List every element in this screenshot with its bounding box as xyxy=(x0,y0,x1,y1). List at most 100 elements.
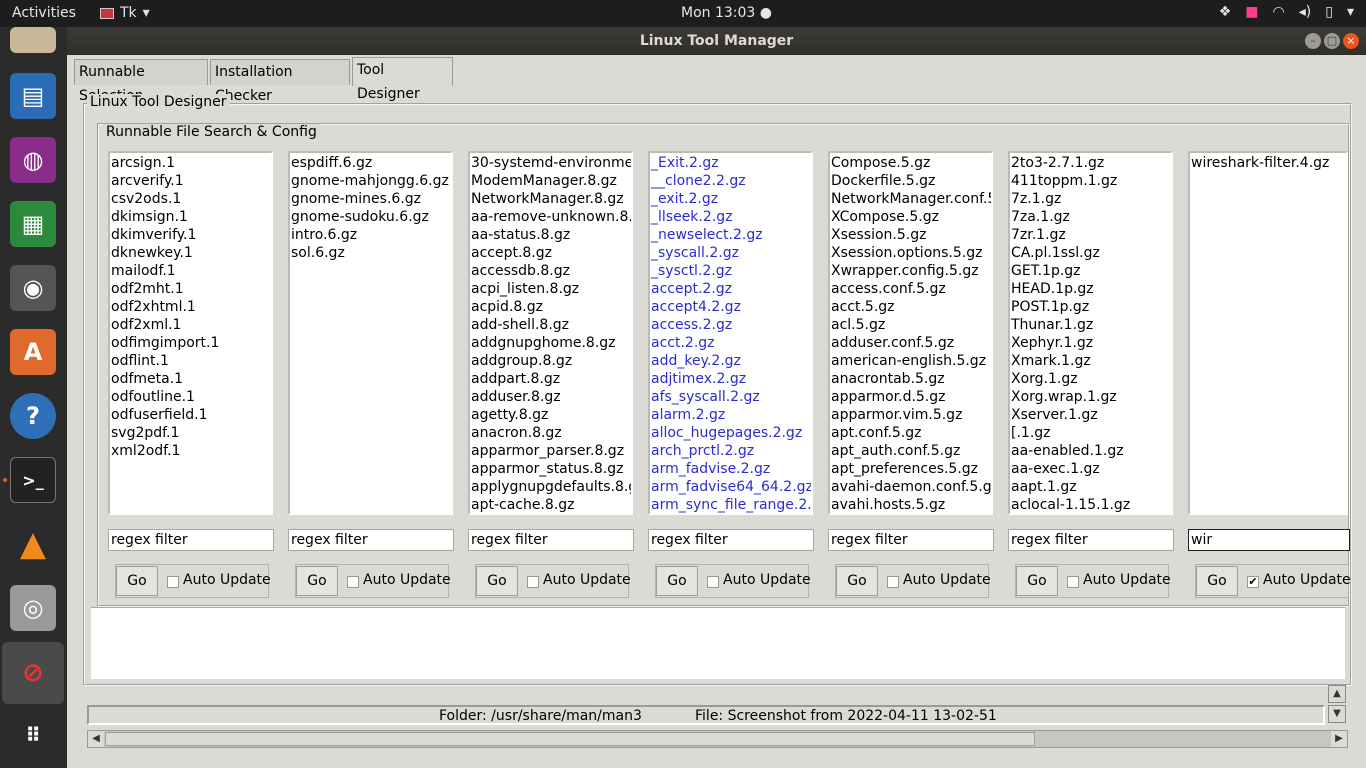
list-item[interactable]: access.conf.5.gz xyxy=(831,280,990,298)
list-item[interactable]: 30-systemd-environmen xyxy=(471,154,631,172)
list-item[interactable]: espdiff.6.gz xyxy=(291,154,450,172)
list-item[interactable]: adduser.8.gz xyxy=(471,388,630,406)
list-item[interactable]: mailodf.1 xyxy=(111,262,270,280)
list-item[interactable]: odf2mht.1 xyxy=(111,280,270,298)
wifi-icon[interactable]: ◠ xyxy=(1273,4,1285,20)
list-item[interactable]: 7z.1.gz xyxy=(1011,190,1170,208)
volume-icon[interactable]: ◂) xyxy=(1299,4,1312,20)
auto-update-checkbox[interactable] xyxy=(887,576,899,588)
list-item[interactable]: _newselect.2.gz xyxy=(651,226,810,244)
auto-update-checkbox[interactable] xyxy=(707,576,719,588)
app-menu[interactable]: Tk ▾ xyxy=(100,5,150,21)
scroll-left-icon[interactable]: ◀ xyxy=(88,731,104,747)
regex-filter-input[interactable]: regex filter xyxy=(108,529,274,551)
list-item[interactable]: apparmor.d.5.gz xyxy=(831,388,990,406)
list-item[interactable]: arm_fadvise.2.gz xyxy=(651,460,810,478)
regex-filter-input[interactable]: regex filter xyxy=(468,529,634,551)
list-item[interactable]: arm_fadvise64_64.2.gz xyxy=(651,478,811,496)
list-item[interactable]: Xephyr.1.gz xyxy=(1011,334,1170,352)
list-item[interactable]: acpi_listen.8.gz xyxy=(471,280,630,298)
list-item[interactable]: odfimgimport.1 xyxy=(111,334,270,352)
close-icon[interactable]: × xyxy=(1343,33,1359,49)
list-item[interactable]: aa-enabled.1.gz xyxy=(1011,442,1170,460)
list-item[interactable]: _llseek.2.gz xyxy=(651,208,810,226)
auto-update-checkbox[interactable]: ✔ xyxy=(1247,576,1259,588)
list-item[interactable]: aa-remove-unknown.8.g xyxy=(471,208,631,226)
list-item[interactable]: sol.6.gz xyxy=(291,244,450,262)
list-item[interactable]: acl.5.gz xyxy=(831,316,990,334)
list-item[interactable]: CA.pl.1ssl.gz xyxy=(1011,244,1170,262)
auto-update-checkbox[interactable] xyxy=(347,576,359,588)
list-item[interactable]: _exit.2.gz xyxy=(651,190,810,208)
runnable-listbox[interactable]: 2to3-2.7.1.gz 411toppm.1.gz 7z.1.gz 7za.1.g… xyxy=(1008,151,1173,515)
jetbrains-toolbox-icon[interactable]: ■ xyxy=(1245,4,1258,20)
help-icon[interactable]: ? xyxy=(10,393,56,439)
speaker-icon[interactable]: ◉ xyxy=(10,265,56,311)
list-item[interactable]: 7za.1.gz xyxy=(1011,208,1170,226)
list-item[interactable]: Xorg.wrap.1.gz xyxy=(1011,388,1170,406)
runnable-listbox[interactable]: arcsign.1 arcverify.1 csv2ods.1 dkimsign.1 d… xyxy=(108,151,273,515)
go-button[interactable]: Go xyxy=(116,566,158,596)
scroll-right-icon[interactable]: ▶ xyxy=(1331,731,1347,747)
list-item[interactable]: odf2xml.1 xyxy=(111,316,270,334)
runnable-listbox[interactable]: wireshark-filter.4.gz xyxy=(1188,151,1348,515)
list-item[interactable]: odfoutline.1 xyxy=(111,388,270,406)
writer-icon[interactable]: ▤ xyxy=(10,73,56,119)
list-item[interactable]: XCompose.5.gz xyxy=(831,208,990,226)
list-item[interactable]: HEAD.1p.gz xyxy=(1011,280,1170,298)
list-item[interactable]: xml2odf.1 xyxy=(111,442,270,460)
presentation-icon[interactable] xyxy=(10,27,56,53)
list-item[interactable]: gnome-sudoku.6.gz xyxy=(291,208,450,226)
activities-button[interactable]: Activities xyxy=(12,5,76,21)
list-item[interactable]: gnome-mahjongg.6.gz xyxy=(291,172,450,190)
list-item[interactable]: alloc_hugepages.2.gz xyxy=(651,424,810,442)
auto-update-checkbox[interactable] xyxy=(167,576,179,588)
list-item[interactable]: agetty.8.gz xyxy=(471,406,630,424)
list-item[interactable]: addgroup.8.gz xyxy=(471,352,630,370)
list-item[interactable]: acpid.8.gz xyxy=(471,298,630,316)
horizontal-scrollbar[interactable]: ◀ ▶ xyxy=(87,730,1348,748)
list-item[interactable]: Xsession.options.5.gz xyxy=(831,244,990,262)
regex-filter-input[interactable]: regex filter xyxy=(288,529,454,551)
runnable-listbox[interactable]: espdiff.6.gz gnome-mahjongg.6.gz gnome-min… xyxy=(288,151,453,515)
list-item[interactable]: dkimsign.1 xyxy=(111,208,270,226)
runnable-listbox[interactable]: _Exit.2.gz __clone2.2.gz _exit.2.gz _llseek… xyxy=(648,151,813,515)
scrollbar-thumb[interactable] xyxy=(105,732,1035,746)
list-item[interactable]: anacron.8.gz xyxy=(471,424,630,442)
runnable-listbox[interactable]: 30-systemd-environmen ModemManager.8.gz Ne… xyxy=(468,151,633,515)
tab-tool-designer[interactable]: Tool Designer xyxy=(352,57,453,102)
list-item[interactable]: gnome-mines.6.gz xyxy=(291,190,450,208)
go-button[interactable]: Go xyxy=(476,566,518,596)
system-tray[interactable]: ❖ ■ ◠ ◂) ▯ ▾ xyxy=(1219,4,1354,20)
dropbox-icon[interactable]: ❖ xyxy=(1219,4,1232,20)
vertical-scrollbar[interactable]: ▲ ▼ xyxy=(1328,685,1348,727)
go-button[interactable]: Go xyxy=(836,566,878,596)
list-item[interactable]: ModemManager.8.gz xyxy=(471,172,630,190)
list-item[interactable]: arcverify.1 xyxy=(111,172,270,190)
list-item[interactable]: _sysctl.2.gz xyxy=(651,262,810,280)
list-item[interactable]: add-shell.8.gz xyxy=(471,316,630,334)
list-item[interactable]: avahi.hosts.5.gz xyxy=(831,496,990,513)
camera-icon[interactable]: ◎ xyxy=(10,585,56,631)
list-item[interactable]: apparmor.vim.5.gz xyxy=(831,406,990,424)
list-item[interactable]: odfuserfield.1 xyxy=(111,406,270,424)
list-item[interactable]: apt.conf.5.gz xyxy=(831,424,990,442)
regex-filter-input[interactable]: regex filter xyxy=(1008,529,1174,551)
calc-icon[interactable]: ▦ xyxy=(10,201,56,247)
go-button[interactable]: Go xyxy=(1196,566,1238,596)
list-item[interactable]: accept.2.gz xyxy=(651,280,810,298)
list-item[interactable]: addgnupghome.8.gz xyxy=(471,334,630,352)
battery-icon[interactable]: ▯ xyxy=(1325,4,1333,20)
regex-filter-input[interactable]: wir xyxy=(1188,529,1350,551)
list-item[interactable]: arcsign.1 xyxy=(111,154,270,172)
list-item[interactable]: arch_prctl.2.gz xyxy=(651,442,810,460)
list-item[interactable]: Xorg.1.gz xyxy=(1011,370,1170,388)
clock[interactable]: Mon 13:03 ● xyxy=(681,5,772,21)
terminal-icon[interactable]: >_ xyxy=(10,457,56,503)
auto-update-checkbox[interactable] xyxy=(527,576,539,588)
list-item[interactable]: aclocal-1.15.1.gz xyxy=(1011,496,1170,513)
list-item[interactable]: accept4.2.gz xyxy=(651,298,810,316)
list-item[interactable]: 411toppm.1.gz xyxy=(1011,172,1170,190)
list-item[interactable]: access.2.gz xyxy=(651,316,810,334)
list-item[interactable]: american-english.5.gz xyxy=(831,352,990,370)
